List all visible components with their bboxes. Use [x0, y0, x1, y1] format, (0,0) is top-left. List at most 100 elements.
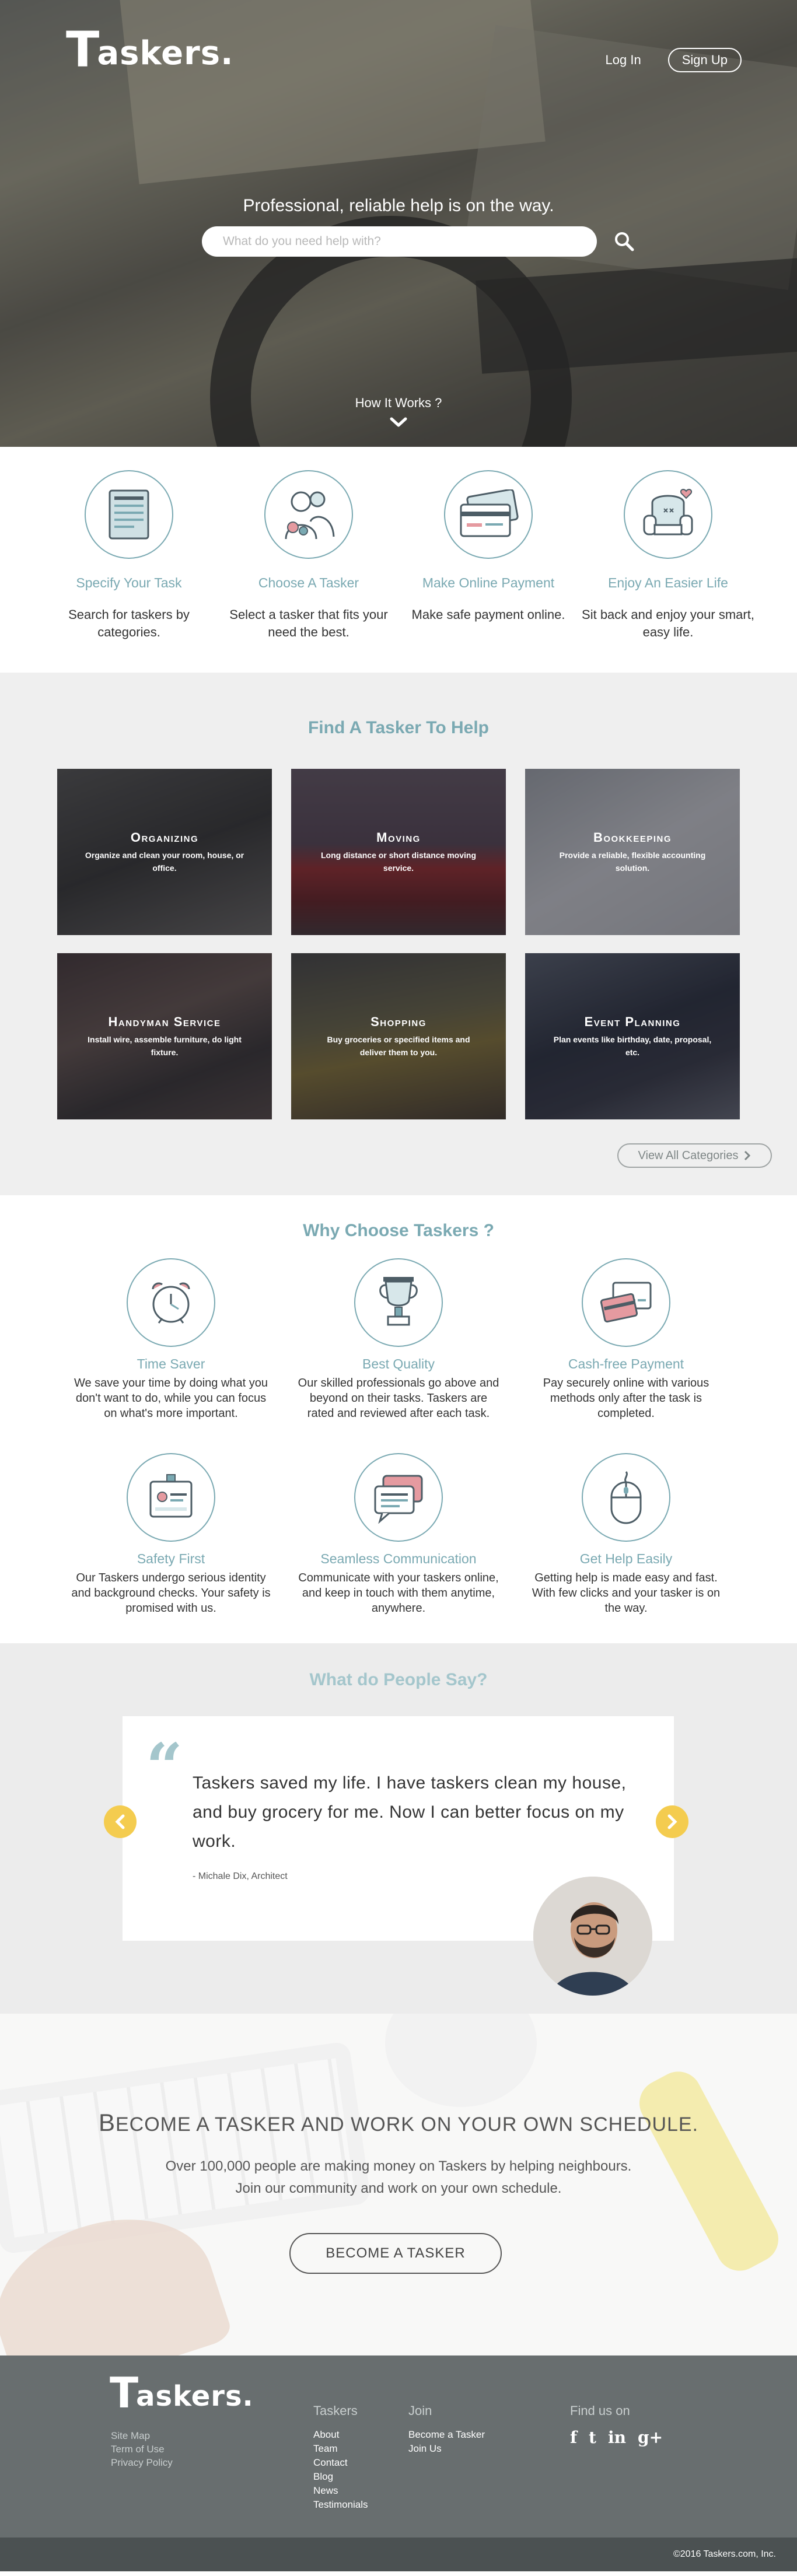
credit-card-icon — [460, 489, 519, 537]
join-us-link[interactable]: Join Us — [408, 2442, 485, 2456]
next-testimonial-button[interactable] — [656, 1805, 688, 1838]
hero: Taskers. Log In Sign Up Professional, re… — [0, 0, 797, 447]
chevron-right-icon — [744, 1150, 751, 1161]
privacy-policy-link[interactable]: Privacy Policy — [111, 2457, 173, 2469]
feature-desc: Our skilled professionals go above and b… — [298, 1377, 499, 1420]
copyright-bar: ©2016 Taskers.com, Inc. — [0, 2538, 797, 2571]
search-input[interactable] — [223, 235, 597, 249]
category-desc: Install wire, assemble furniture, do lig… — [88, 1034, 242, 1057]
become-tasker-button[interactable]: BECOME A TASKER — [289, 2233, 502, 2274]
feature-title: Time Saver — [137, 1356, 205, 1371]
category-desc: Organize and clean your room, house, or … — [85, 850, 244, 873]
feature-title: Safety First — [137, 1551, 205, 1566]
feature-seamless-communication: Seamless Communication Communicate with … — [285, 1453, 512, 1639]
step-title: Specify Your Task — [76, 575, 182, 590]
category-event-planning[interactable]: Event Planning Plan events like birthday… — [525, 953, 740, 1119]
mouse-icon — [610, 1471, 642, 1524]
signup-button[interactable]: Sign Up — [667, 48, 742, 72]
step-easier-life: Enjoy An Easier Life Sit back and enjoy … — [578, 470, 758, 673]
feature-desc: Communicate with your taskers online, an… — [298, 1572, 499, 1615]
feature-get-help-easily: Get Help Easily Getting help is made eas… — [512, 1453, 740, 1639]
view-all-label: View All Categories — [638, 1149, 739, 1162]
copyright-text: ©2016 Taskers.com, Inc. — [673, 2549, 776, 2559]
step-desc: Select a tasker that fits your need the … — [229, 607, 388, 639]
step-desc: Sit back and enjoy your smart, easy life… — [582, 607, 754, 639]
terms-of-use-link[interactable]: Term of Use — [111, 2444, 173, 2455]
category-title: Organizing — [130, 830, 199, 845]
why-choose-section: Why Choose Taskers ? Time Saver We save … — [0, 1195, 797, 1643]
feature-cash-free: Cash-free Payment Pay securely online wi… — [512, 1258, 740, 1444]
hero-tagline: Professional, reliable help is on the wa… — [243, 196, 554, 215]
category-organizing[interactable]: Organizing Organize and clean your room,… — [57, 769, 272, 935]
team-link[interactable]: Team — [313, 2442, 368, 2456]
search-icon[interactable] — [613, 230, 636, 253]
alarm-clock-icon — [152, 1282, 190, 1324]
category-moving[interactable]: Moving Long distance or short distance m… — [291, 769, 506, 935]
armchair-icon — [643, 489, 693, 536]
cards-icon — [600, 1282, 652, 1323]
category-desc: Buy groceries or specified items and del… — [327, 1034, 470, 1057]
section-title: What do People Say? — [309, 1670, 488, 1689]
google-plus-icon[interactable]: g+ — [638, 2428, 663, 2447]
id-badge-icon — [149, 1474, 193, 1518]
news-link[interactable]: News — [313, 2484, 368, 2498]
chevron-down-icon[interactable] — [390, 416, 407, 428]
footer-column-title: Join — [408, 2403, 432, 2418]
document-icon — [109, 489, 149, 540]
category-desc: Long distance or short distance moving s… — [320, 850, 477, 873]
footer-column-join: Join Become a Tasker Join Us — [408, 2403, 485, 2456]
find-tasker-section: Find A Tasker To Help Organizing Organiz… — [0, 673, 797, 1195]
section-title: Find A Tasker To Help — [307, 718, 490, 737]
category-shopping[interactable]: Shopping Buy groceries or specified item… — [291, 953, 506, 1119]
logo[interactable]: Taskers. — [66, 25, 233, 74]
footer-column-title: Taskers — [313, 2403, 358, 2418]
blog-link[interactable]: Blog — [313, 2470, 368, 2484]
twitter-icon[interactable]: t — [589, 2428, 596, 2447]
footer-column-taskers: Taskers About Team Contact Blog News Tes… — [313, 2403, 368, 2512]
testimonials-section: What do People Say? “ Taskers saved my l… — [0, 1643, 797, 2014]
category-title: Shopping — [370, 1014, 427, 1029]
step-title: Enjoy An Easier Life — [608, 575, 728, 590]
chevron-right-icon — [667, 1814, 677, 1829]
category-grid: Organizing Organize and clean your room,… — [57, 769, 740, 1119]
footer: Taskers. Site Map Term of Use Privacy Po… — [0, 2356, 797, 2538]
person-photo-icon — [533, 1877, 652, 1996]
become-tasker-link[interactable]: Become a Tasker — [408, 2428, 485, 2442]
footer-column-social: Find us on f t in g+ — [570, 2403, 663, 2447]
facebook-icon[interactable]: f — [570, 2428, 577, 2447]
footer-logo[interactable]: Taskers. — [110, 2372, 254, 2414]
become-tasker-section: BECOME A TASKER AND WORK ON YOUR OWN SCH… — [0, 2014, 797, 2356]
testimonial-avatar — [533, 1877, 652, 1996]
step-title: Choose A Tasker — [258, 575, 359, 590]
trophy-icon — [379, 1277, 418, 1326]
top-nav: Log In Sign Up — [606, 48, 742, 72]
testimonial-author: - Michale Dix, Architect — [193, 1871, 288, 1881]
become-title: BECOME A TASKER AND WORK ON YOUR OWN SCH… — [98, 2109, 699, 2136]
features-grid: Time Saver We save your time by doing wh… — [57, 1258, 740, 1639]
previous-testimonial-button[interactable] — [104, 1805, 137, 1838]
feature-title: Get Help Easily — [579, 1551, 673, 1566]
feature-title: Best Quality — [362, 1356, 435, 1371]
feature-desc: Pay securely online with various methods… — [543, 1377, 709, 1420]
footer-column-title: Find us on — [570, 2403, 630, 2418]
step-desc: Make safe payment online. — [411, 607, 565, 622]
contact-link[interactable]: Contact — [313, 2456, 368, 2470]
step-desc: Search for taskers by categories. — [68, 607, 190, 639]
feature-title: Seamless Communication — [320, 1551, 477, 1566]
footer-legal-links: Site Map Term of Use Privacy Policy — [111, 2430, 173, 2469]
login-link[interactable]: Log In — [606, 52, 641, 68]
how-it-works-link[interactable]: How It Works ? — [0, 396, 797, 411]
category-handyman[interactable]: Handyman Service Install wire, assemble … — [57, 953, 272, 1119]
category-bookkeeping[interactable]: Bookkeeping Provide a reliable, flexible… — [525, 769, 740, 935]
step-choose-tasker: Choose A Tasker Select a tasker that fit… — [219, 470, 398, 673]
step-online-payment: Make Online Payment Make safe payment on… — [398, 470, 578, 673]
category-title: Handyman Service — [108, 1014, 221, 1029]
feature-desc: We save your time by doing what you don'… — [74, 1377, 268, 1420]
view-all-categories-button[interactable]: View All Categories — [617, 1143, 772, 1168]
linkedin-icon[interactable]: in — [608, 2428, 626, 2447]
chevron-left-icon — [115, 1814, 125, 1829]
about-link[interactable]: About — [313, 2428, 368, 2442]
become-subtitle: Over 100,000 people are making money on … — [165, 2158, 632, 2196]
site-map-link[interactable]: Site Map — [111, 2430, 173, 2442]
testimonials-link[interactable]: Testimonials — [313, 2498, 368, 2512]
